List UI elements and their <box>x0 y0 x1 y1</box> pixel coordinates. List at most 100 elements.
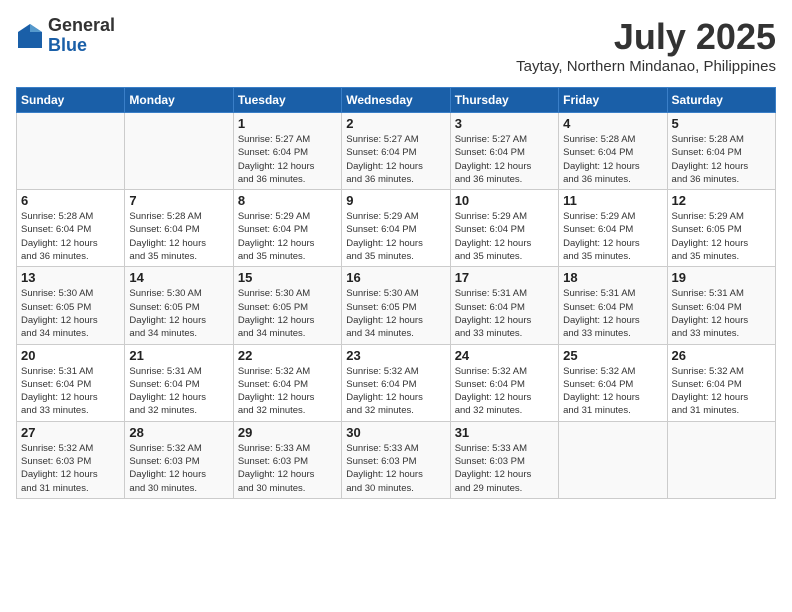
column-header-friday: Friday <box>559 88 667 113</box>
calendar-cell: 13 Sunrise: 5:30 AM Sunset: 6:05 PM Dayli… <box>17 267 125 344</box>
day-number: 27 <box>21 425 120 440</box>
calendar-cell: 10Sunrise: 5:29 AM Sunset: 6:04 PM Dayli… <box>450 190 558 267</box>
column-header-wednesday: Wednesday <box>342 88 450 113</box>
calendar-cell: 14 Sunrise: 5:30 AM Sunset: 6:05 PM Dayli… <box>125 267 233 344</box>
week-row-5: 27 Sunrise: 5:32 AM Sunset: 6:03 PM Dayli… <box>17 421 776 498</box>
day-number: 11 <box>563 193 662 208</box>
day-info: Sunrise: 5:32 AM Sunset: 6:04 PM Dayligh… <box>238 365 337 418</box>
calendar-cell <box>17 113 125 190</box>
day-number: 20 <box>21 348 120 363</box>
day-number: 31 <box>455 425 554 440</box>
calendar-cell <box>125 113 233 190</box>
calendar-cell: 29 Sunrise: 5:33 AM Sunset: 6:03 PM Dayli… <box>233 421 341 498</box>
day-info: Sunrise: 5:33 AM Sunset: 6:03 PM Dayligh… <box>455 442 554 495</box>
calendar-cell: 27 Sunrise: 5:32 AM Sunset: 6:03 PM Dayli… <box>17 421 125 498</box>
calendar-cell: 8 Sunrise: 5:29 AM Sunset: 6:04 PM Daylig… <box>233 190 341 267</box>
day-info: Sunrise: 5:31 AM Sunset: 6:04 PM Dayligh… <box>672 287 771 340</box>
day-info: Sunrise: 5:27 AM Sunset: 6:04 PM Dayligh… <box>346 133 445 186</box>
calendar-cell: 12 Sunrise: 5:29 AM Sunset: 6:05 PM Dayli… <box>667 190 775 267</box>
page-header: General Blue July 2025 Taytay, Northern … <box>16 16 776 75</box>
day-info: Sunrise: 5:29 AM Sunset: 6:05 PM Dayligh… <box>672 210 771 263</box>
calendar-cell: 26Sunrise: 5:32 AM Sunset: 6:04 PM Dayli… <box>667 344 775 421</box>
column-header-sunday: Sunday <box>17 88 125 113</box>
calendar-cell: 24Sunrise: 5:32 AM Sunset: 6:04 PM Dayli… <box>450 344 558 421</box>
day-number: 16 <box>346 270 445 285</box>
week-row-3: 13 Sunrise: 5:30 AM Sunset: 6:05 PM Dayli… <box>17 267 776 344</box>
location-title: Taytay, Northern Mindanao, Philippines <box>516 58 776 75</box>
day-number: 26 <box>672 348 771 363</box>
day-number: 22 <box>238 348 337 363</box>
day-number: 12 <box>672 193 771 208</box>
calendar-cell: 9Sunrise: 5:29 AM Sunset: 6:04 PM Daylig… <box>342 190 450 267</box>
logo-icon <box>16 22 44 50</box>
day-info: Sunrise: 5:32 AM Sunset: 6:04 PM Dayligh… <box>455 365 554 418</box>
day-number: 2 <box>346 116 445 131</box>
day-number: 23 <box>346 348 445 363</box>
calendar-table: SundayMondayTuesdayWednesdayThursdayFrid… <box>16 87 776 499</box>
day-number: 5 <box>672 116 771 131</box>
day-info: Sunrise: 5:29 AM Sunset: 6:04 PM Dayligh… <box>238 210 337 263</box>
day-info: Sunrise: 5:28 AM Sunset: 6:04 PM Dayligh… <box>672 133 771 186</box>
logo-text: General Blue <box>48 16 115 56</box>
day-number: 30 <box>346 425 445 440</box>
day-info: Sunrise: 5:33 AM Sunset: 6:03 PM Dayligh… <box>238 442 337 495</box>
day-number: 10 <box>455 193 554 208</box>
day-number: 29 <box>238 425 337 440</box>
day-info: Sunrise: 5:32 AM Sunset: 6:04 PM Dayligh… <box>346 365 445 418</box>
day-info: Sunrise: 5:33 AM Sunset: 6:03 PM Dayligh… <box>346 442 445 495</box>
calendar-cell: 2 Sunrise: 5:27 AM Sunset: 6:04 PM Daylig… <box>342 113 450 190</box>
logo-general-text: General <box>48 16 115 36</box>
title-block: July 2025 Taytay, Northern Mindanao, Phi… <box>516 16 776 75</box>
day-number: 15 <box>238 270 337 285</box>
day-number: 28 <box>129 425 228 440</box>
day-info: Sunrise: 5:29 AM Sunset: 6:04 PM Dayligh… <box>563 210 662 263</box>
day-info: Sunrise: 5:30 AM Sunset: 6:05 PM Dayligh… <box>129 287 228 340</box>
column-header-tuesday: Tuesday <box>233 88 341 113</box>
day-number: 14 <box>129 270 228 285</box>
day-info: Sunrise: 5:32 AM Sunset: 6:03 PM Dayligh… <box>129 442 228 495</box>
calendar-cell: 7Sunrise: 5:28 AM Sunset: 6:04 PM Daylig… <box>125 190 233 267</box>
column-header-saturday: Saturday <box>667 88 775 113</box>
week-row-2: 6Sunrise: 5:28 AM Sunset: 6:04 PM Daylig… <box>17 190 776 267</box>
day-info: Sunrise: 5:30 AM Sunset: 6:05 PM Dayligh… <box>238 287 337 340</box>
calendar-cell: 3Sunrise: 5:27 AM Sunset: 6:04 PM Daylig… <box>450 113 558 190</box>
calendar-cell: 28 Sunrise: 5:32 AM Sunset: 6:03 PM Dayli… <box>125 421 233 498</box>
day-info: Sunrise: 5:27 AM Sunset: 6:04 PM Dayligh… <box>238 133 337 186</box>
calendar-cell: 4Sunrise: 5:28 AM Sunset: 6:04 PM Daylig… <box>559 113 667 190</box>
calendar-cell: 18Sunrise: 5:31 AM Sunset: 6:04 PM Dayli… <box>559 267 667 344</box>
calendar-cell <box>559 421 667 498</box>
day-number: 17 <box>455 270 554 285</box>
column-header-monday: Monday <box>125 88 233 113</box>
day-info: Sunrise: 5:30 AM Sunset: 6:05 PM Dayligh… <box>346 287 445 340</box>
calendar-cell: 31 Sunrise: 5:33 AM Sunset: 6:03 PM Dayli… <box>450 421 558 498</box>
day-number: 8 <box>238 193 337 208</box>
calendar-cell: 5 Sunrise: 5:28 AM Sunset: 6:04 PM Daylig… <box>667 113 775 190</box>
calendar-cell: 17 Sunrise: 5:31 AM Sunset: 6:04 PM Dayli… <box>450 267 558 344</box>
day-info: Sunrise: 5:32 AM Sunset: 6:04 PM Dayligh… <box>563 365 662 418</box>
day-info: Sunrise: 5:30 AM Sunset: 6:05 PM Dayligh… <box>21 287 120 340</box>
day-info: Sunrise: 5:27 AM Sunset: 6:04 PM Dayligh… <box>455 133 554 186</box>
calendar-cell: 15 Sunrise: 5:30 AM Sunset: 6:05 PM Dayli… <box>233 267 341 344</box>
day-number: 18 <box>563 270 662 285</box>
day-number: 4 <box>563 116 662 131</box>
calendar-cell: 1 Sunrise: 5:27 AM Sunset: 6:04 PM Daylig… <box>233 113 341 190</box>
calendar-header-row: SundayMondayTuesdayWednesdayThursdayFrid… <box>17 88 776 113</box>
day-number: 19 <box>672 270 771 285</box>
day-info: Sunrise: 5:28 AM Sunset: 6:04 PM Dayligh… <box>129 210 228 263</box>
day-number: 9 <box>346 193 445 208</box>
day-info: Sunrise: 5:31 AM Sunset: 6:04 PM Dayligh… <box>21 365 120 418</box>
day-info: Sunrise: 5:32 AM Sunset: 6:03 PM Dayligh… <box>21 442 120 495</box>
day-info: Sunrise: 5:28 AM Sunset: 6:04 PM Dayligh… <box>21 210 120 263</box>
day-number: 13 <box>21 270 120 285</box>
calendar-cell: 30 Sunrise: 5:33 AM Sunset: 6:03 PM Dayli… <box>342 421 450 498</box>
column-header-thursday: Thursday <box>450 88 558 113</box>
day-number: 1 <box>238 116 337 131</box>
calendar-cell: 23 Sunrise: 5:32 AM Sunset: 6:04 PM Dayli… <box>342 344 450 421</box>
day-info: Sunrise: 5:31 AM Sunset: 6:04 PM Dayligh… <box>455 287 554 340</box>
calendar-cell: 16 Sunrise: 5:30 AM Sunset: 6:05 PM Dayli… <box>342 267 450 344</box>
calendar-cell: 20 Sunrise: 5:31 AM Sunset: 6:04 PM Dayli… <box>17 344 125 421</box>
calendar-cell: 21Sunrise: 5:31 AM Sunset: 6:04 PM Dayli… <box>125 344 233 421</box>
calendar-cell: 19 Sunrise: 5:31 AM Sunset: 6:04 PM Dayli… <box>667 267 775 344</box>
calendar-cell: 6Sunrise: 5:28 AM Sunset: 6:04 PM Daylig… <box>17 190 125 267</box>
logo: General Blue <box>16 16 115 56</box>
